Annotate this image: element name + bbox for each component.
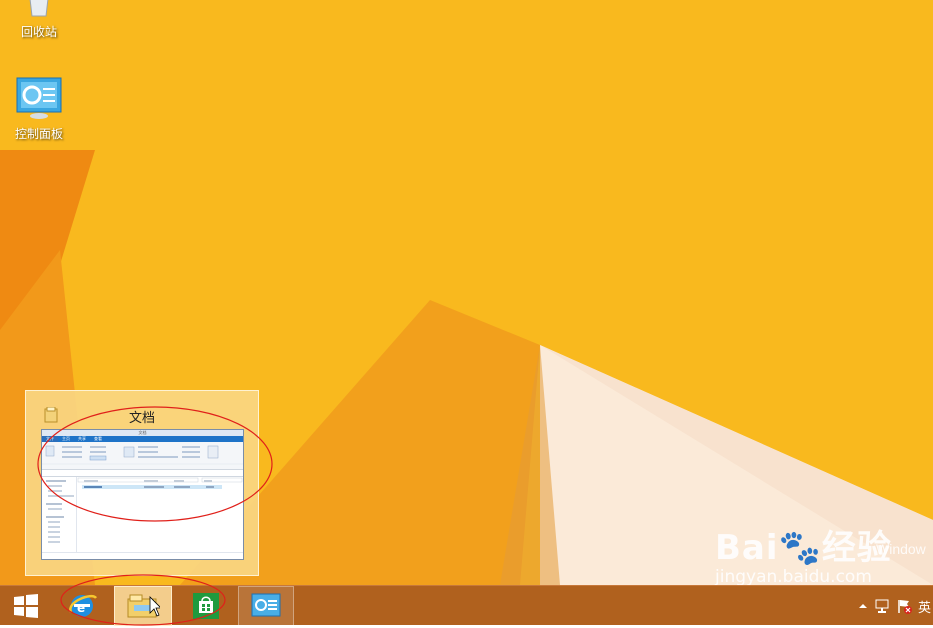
control-panel-label: 控制面板 [14,127,63,141]
preview-title: 文档 [128,410,155,425]
control-panel-icon [251,593,281,617]
recycle-bin-label: 回收站 [20,25,57,39]
taskbar-thumbnail-preview[interactable]: 文档 文档 文件 主页 共享 查看 [25,390,259,576]
store-icon [193,593,219,619]
thumb-ribbon [42,442,243,470]
start-button[interactable] [0,586,52,626]
recycle-bin-icon [29,0,49,17]
notification-area: 英 [852,586,933,626]
taskbar: e 英 [0,574,933,626]
folder-icon [127,594,160,618]
control-panel-icon [16,77,62,119]
recycle-bin-desktop-icon[interactable]: 回收站 [0,0,79,40]
desktop: 回收站 控制面板 文档 文档 文件 主页 共享 查看 Bai🐾经验 jingya… [0,0,933,585]
svg-text:e: e [77,601,85,615]
taskbar-store[interactable] [180,586,232,626]
show-hidden-icons-chevron-icon[interactable] [858,601,868,611]
control-panel-desktop-icon[interactable]: 控制面板 [0,76,79,142]
thumb-file-list [78,477,243,553]
action-center-flag-icon[interactable] [896,598,912,614]
network-icon[interactable] [874,598,890,614]
preview-window-thumbnail[interactable]: 文档 文件 主页 共享 查看 [41,429,244,560]
thumb-status-bar [42,552,243,559]
ie-icon: e [69,595,98,617]
thumb-address-bar [42,470,243,483]
windows-start-icon [14,594,38,618]
thumb-navigation-pane [42,477,77,553]
taskbar-control-panel[interactable] [238,586,294,626]
taskbar-internet-explorer[interactable]: e [56,586,108,626]
input-method-indicator[interactable]: 英 [918,597,931,616]
taskbar-file-explorer[interactable] [114,586,172,626]
windows-activation-text: Window [876,541,926,557]
